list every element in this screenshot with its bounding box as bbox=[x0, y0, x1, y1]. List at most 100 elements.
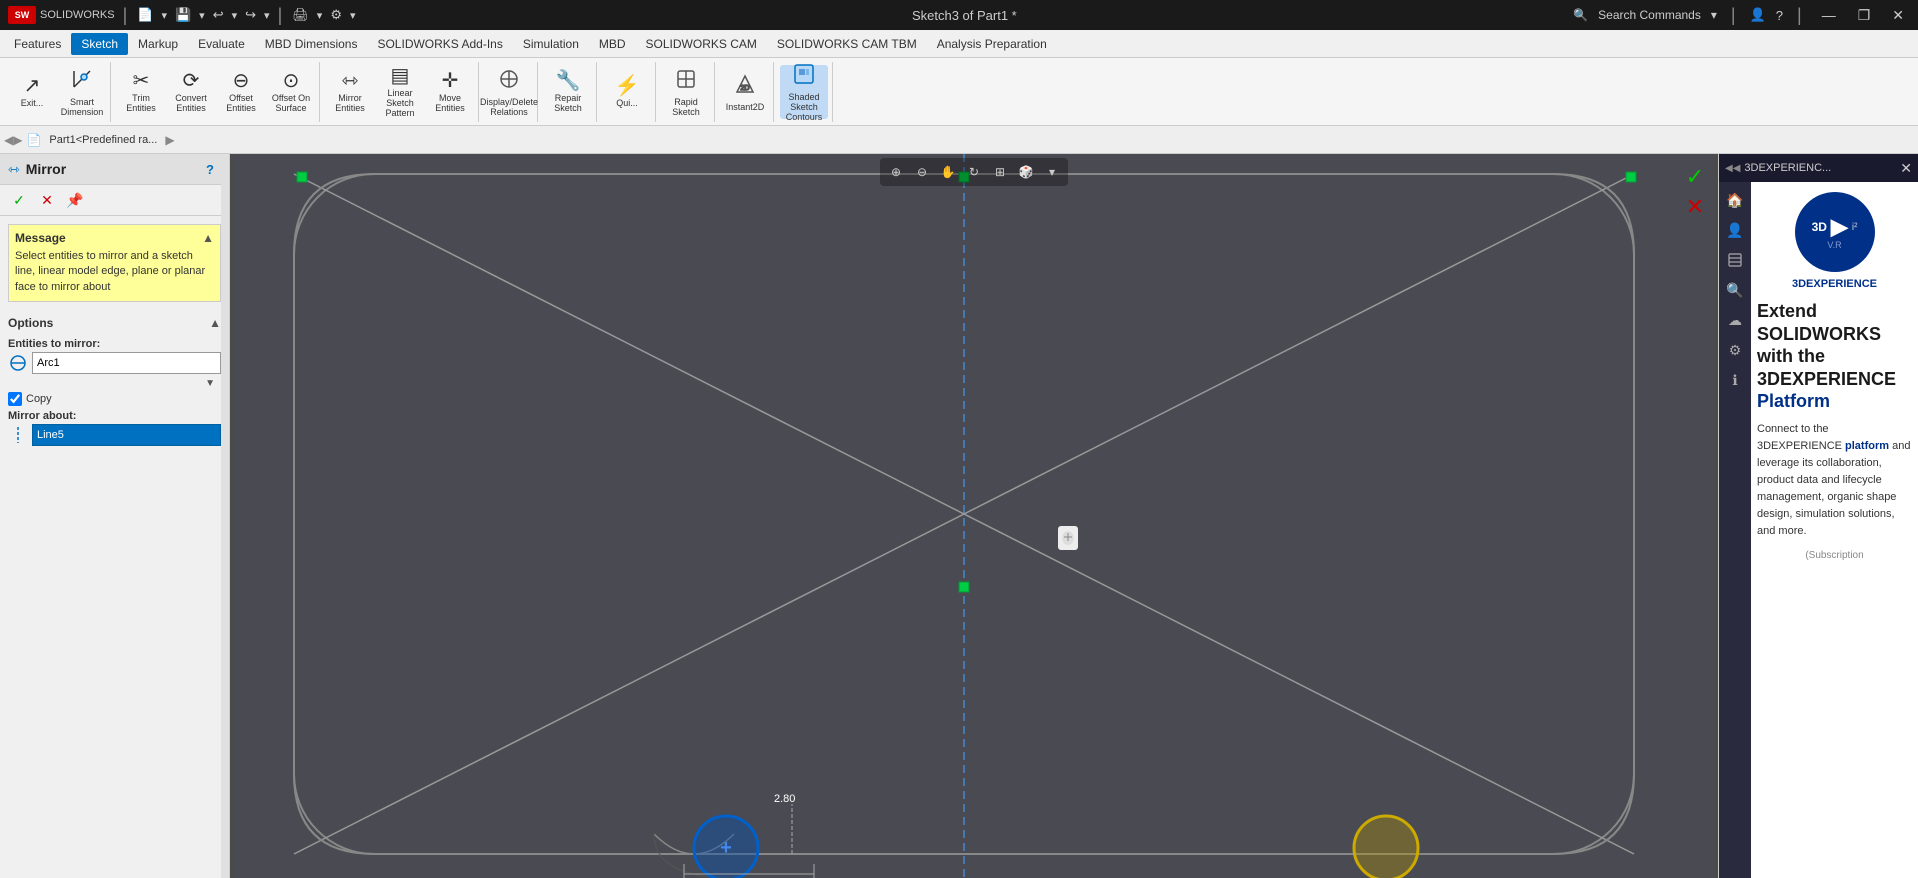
close-btn[interactable]: ✕ bbox=[1886, 5, 1910, 26]
mirror-entities-btn[interactable]: ⇿ Mirror Entities bbox=[326, 65, 374, 119]
toolbar-section-shaded: Shaded Sketch Contours bbox=[776, 62, 833, 122]
rp-close-btn[interactable]: ✕ bbox=[1900, 160, 1912, 177]
menu-solidworks-cam[interactable]: SOLIDWORKS CAM bbox=[636, 33, 767, 55]
rp-layers-btn[interactable] bbox=[1721, 246, 1749, 274]
menu-solidworks-addins[interactable]: SOLIDWORKS Add-Ins bbox=[367, 33, 512, 55]
canvas-cancel-btn[interactable]: ✕ bbox=[1680, 192, 1710, 222]
view-toolbar: ⊕ ⊖ ✋ ↻ ⊞ 🎲 ▾ bbox=[880, 158, 1068, 186]
view-section[interactable]: ⊞ bbox=[988, 160, 1012, 184]
search-text[interactable]: Search Commands bbox=[1598, 8, 1701, 22]
options-arrow[interactable]: ▾ bbox=[350, 9, 356, 22]
quickaccess-save[interactable]: 💾 bbox=[173, 5, 193, 25]
pin-btn[interactable]: 📌 bbox=[64, 189, 86, 211]
rp-cloud-btn[interactable]: ☁ bbox=[1721, 306, 1749, 334]
menu-markup[interactable]: Markup bbox=[128, 33, 188, 55]
quickaccess-redo-arrow[interactable]: ▾ bbox=[264, 9, 270, 22]
smart-dimension-btn[interactable]: Smart Dimension bbox=[58, 65, 106, 119]
convert-icon: ⟳ bbox=[183, 71, 200, 91]
platform-link[interactable]: platform bbox=[1845, 440, 1889, 452]
linear-sketch-btn[interactable]: ▤ Linear Sketch Pattern bbox=[376, 65, 424, 119]
title-bar-left: SW SOLIDWORKS | 📄 ▾ 💾 ▾ ↩ ▾ ↪ ▾ | 🖨 ▾ ⚙ … bbox=[8, 5, 356, 26]
menu-analysis-prep[interactable]: Analysis Preparation bbox=[927, 33, 1057, 55]
user-icon[interactable]: 👤 bbox=[1750, 7, 1766, 23]
left-panel: ⇿ Mirror ? ✓ ✕ 📌 Message ▲ Select entiti… bbox=[0, 154, 230, 878]
help-btn[interactable]: ? bbox=[199, 158, 221, 180]
convert-entities-btn[interactable]: ⟳ Convert Entities bbox=[167, 65, 215, 119]
menu-sketch[interactable]: Sketch bbox=[71, 33, 128, 55]
help-icon[interactable]: ? bbox=[1776, 8, 1783, 23]
rp-gear-btn[interactable]: ⚙ bbox=[1721, 336, 1749, 364]
svg-text:+: + bbox=[720, 837, 732, 859]
cancel-btn[interactable]: ✕ bbox=[36, 189, 58, 211]
toolbar: ↗ Exit... Smart Dimension ✂ Trim Entitie… bbox=[0, 58, 1918, 126]
shaded-sketch-btn[interactable]: Shaded Sketch Contours bbox=[780, 65, 828, 119]
view-3d[interactable]: 🎲 bbox=[1014, 160, 1038, 184]
view-more[interactable]: ▾ bbox=[1040, 160, 1064, 184]
menu-mbd[interactable]: MBD bbox=[589, 33, 636, 55]
maximize-btn[interactable]: ❐ bbox=[1852, 5, 1877, 26]
rp-user-btn[interactable]: 👤 bbox=[1721, 216, 1749, 244]
display-relations-label: Display/Delete Relations bbox=[480, 97, 538, 117]
logo-vr: V.R bbox=[1827, 240, 1841, 250]
search-arrow[interactable]: ▾ bbox=[1711, 8, 1717, 22]
quickaccess-redo[interactable]: ↪ bbox=[243, 5, 258, 25]
rp-home-btn[interactable]: 🏠 bbox=[1721, 186, 1749, 214]
right-panel-header: ◀◀ 3DEXPERIENC... ✕ bbox=[1719, 154, 1918, 182]
view-zoom-fit[interactable]: ⊕ bbox=[884, 160, 908, 184]
platform-highlight: Platform bbox=[1757, 391, 1830, 411]
rp-header-left: ◀◀ 3DEXPERIENC... bbox=[1725, 162, 1831, 174]
quickaccess-save-arrow[interactable]: ▾ bbox=[199, 9, 205, 22]
exit-btn[interactable]: ↗ Exit... bbox=[8, 65, 56, 119]
quickaccess-new[interactable]: 📄 bbox=[135, 5, 155, 25]
expand-arrow[interactable]: ▼ bbox=[205, 378, 215, 388]
print-arrow[interactable]: ▾ bbox=[317, 9, 323, 22]
view-rotate[interactable]: ↻ bbox=[962, 160, 986, 184]
move-entities-btn[interactable]: ✛ Move Entities bbox=[426, 65, 474, 119]
offset-surface-btn[interactable]: ⊙ Offset On Surface bbox=[267, 65, 315, 119]
mirror-about-label: Mirror about: bbox=[8, 410, 221, 422]
offset-surface-label: Offset On Surface bbox=[269, 93, 313, 113]
offset-entities-btn[interactable]: ⊖ Offset Entities bbox=[217, 65, 265, 119]
view-zoom-out[interactable]: ⊖ bbox=[910, 160, 934, 184]
view-pan[interactable]: ✋ bbox=[936, 160, 960, 184]
collapse-icon[interactable]: ◀▶ bbox=[4, 133, 22, 147]
copy-checkbox[interactable] bbox=[8, 392, 22, 406]
menu-features[interactable]: Features bbox=[4, 33, 71, 55]
quick-btn[interactable]: ⚡ Qui... bbox=[603, 65, 651, 119]
rp-expand-icon[interactable]: ◀◀ bbox=[1725, 163, 1740, 174]
options-collapse-btn[interactable]: ▲ bbox=[209, 316, 221, 330]
options-btn[interactable]: ⚙ bbox=[328, 5, 344, 25]
quickaccess-arrow[interactable]: ▾ bbox=[161, 9, 167, 22]
left-panel-scrollbar[interactable] bbox=[221, 154, 229, 878]
svg-text:2.80: 2.80 bbox=[774, 793, 795, 805]
quickaccess-undo[interactable]: ↩ bbox=[211, 5, 226, 25]
logo-row1: 3D ▶ i² bbox=[1812, 214, 1858, 240]
menu-bar: Features Sketch Markup Evaluate MBD Dime… bbox=[0, 30, 1918, 58]
repair-sketch-btn[interactable]: 🔧 Repair Sketch bbox=[544, 65, 592, 119]
instant2d-btn[interactable]: 2D Instant2D bbox=[721, 65, 769, 119]
print-btn[interactable]: 🖨 bbox=[290, 5, 311, 25]
menu-mbd-dimensions[interactable]: MBD Dimensions bbox=[255, 33, 368, 55]
search-divider: | bbox=[1731, 5, 1736, 26]
display-relations-btn[interactable]: Display/Delete Relations bbox=[485, 65, 533, 119]
menu-solidworks-cam-tbm[interactable]: SOLIDWORKS CAM TBM bbox=[767, 33, 927, 55]
rp-title-text: 3DEXPERIENC... bbox=[1744, 162, 1831, 174]
entities-input[interactable] bbox=[32, 352, 221, 374]
minimize-btn[interactable]: — bbox=[1816, 5, 1842, 25]
message-collapse-btn[interactable]: ▲ bbox=[202, 231, 214, 245]
rp-search-btn[interactable]: 🔍 bbox=[1721, 276, 1749, 304]
breadcrumb-text[interactable]: Part1<Predefined ra... bbox=[43, 132, 163, 148]
menu-evaluate[interactable]: Evaluate bbox=[188, 33, 255, 55]
title-bar-center: Sketch3 of Part1 * bbox=[912, 8, 1017, 23]
canvas-confirm-btn[interactable]: ✓ bbox=[1680, 162, 1710, 192]
mirror-about-input[interactable] bbox=[32, 424, 221, 446]
confirm-btn[interactable]: ✓ bbox=[8, 189, 30, 211]
rp-info-btn[interactable]: ℹ bbox=[1721, 366, 1749, 394]
trim-entities-btn[interactable]: ✂ Trim Entities bbox=[117, 65, 165, 119]
canvas[interactable]: + 1.90 2.80 ⊕ ⊖ ✋ ↻ ⊞ 🎲 bbox=[230, 154, 1718, 878]
quickaccess-undo-arrow[interactable]: ▾ bbox=[232, 9, 238, 22]
breadcrumb-doc-icon: 📄 bbox=[26, 133, 41, 147]
title-bar: SW SOLIDWORKS | 📄 ▾ 💾 ▾ ↩ ▾ ↪ ▾ | 🖨 ▾ ⚙ … bbox=[0, 0, 1918, 30]
menu-simulation[interactable]: Simulation bbox=[513, 33, 589, 55]
rapid-sketch-btn[interactable]: Rapid Sketch bbox=[662, 65, 710, 119]
